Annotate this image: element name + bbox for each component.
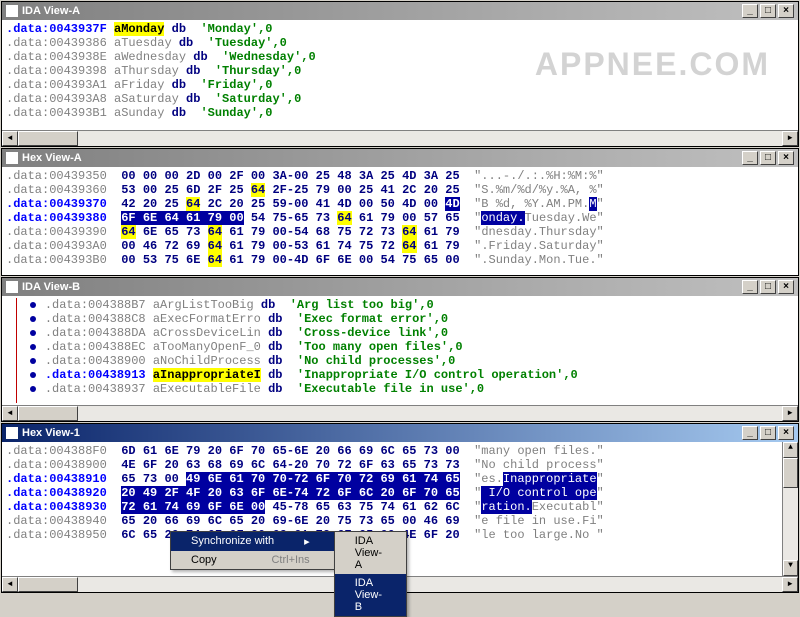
scroll-left-button[interactable]: ◄ <box>2 577 18 592</box>
hex-line[interactable]: .data:00438940 65 20 66 69 6C 65 20 69-6… <box>2 514 798 528</box>
titlebar-ida-b[interactable]: IDA View-B _ □ × <box>2 278 798 296</box>
disasm-line[interactable]: .data:004393A8 aSaturday db 'Saturday',0 <box>2 92 798 106</box>
minimize-button[interactable]: _ <box>742 426 758 440</box>
disasm-line[interactable]: .data:00439386 aTuesday db 'Tuesday',0 <box>2 36 798 50</box>
disasm-line[interactable]: .data:004393A1 aFriday db 'Friday',0 <box>2 78 798 92</box>
scroll-thumb[interactable] <box>18 577 78 592</box>
scroll-right-button[interactable]: ► <box>782 131 798 146</box>
hex-line[interactable]: .data:00438920 20 49 2F 4F 20 63 6F 6E-7… <box>2 486 798 500</box>
scrollbar-h[interactable]: ◄ ► <box>2 130 798 146</box>
scroll-track[interactable] <box>18 131 782 146</box>
disasm-line[interactable]: .data:004388C8 aExecFormatErro db 'Exec … <box>2 312 798 326</box>
hex-line[interactable]: .data:00439360 53 00 25 6D 2F 25 64 2F-2… <box>2 183 798 197</box>
red-margin-bar <box>16 298 17 403</box>
disasm-line[interactable]: .data:004388B7 aArgListTooBig db 'Arg li… <box>2 298 798 312</box>
close-button[interactable]: × <box>778 426 794 440</box>
scroll-left-button[interactable]: ◄ <box>2 406 18 421</box>
maximize-button[interactable]: □ <box>760 280 776 294</box>
context-submenu[interactable]: IDA View-AIDA View-B <box>334 531 407 617</box>
title-text: Hex View-A <box>22 152 742 164</box>
hex-line[interactable]: .data:004388F0 6D 61 6E 79 20 6F 70 65-6… <box>2 444 798 458</box>
scroll-track[interactable] <box>18 406 782 421</box>
scroll-left-button[interactable]: ◄ <box>2 131 18 146</box>
hex-line[interactable]: .data:00438900 4E 6F 20 63 68 69 6C 64-2… <box>2 458 798 472</box>
window-icon <box>6 5 18 17</box>
hex-line[interactable]: .data:00439350 00 00 00 2D 00 2F 00 3A-0… <box>2 169 798 183</box>
hex-line[interactable]: .data:00439390 64 6E 65 73 64 61 79 00-5… <box>2 225 798 239</box>
scroll-down-button[interactable]: ▼ <box>783 560 798 576</box>
hex-line[interactable]: .data:004393B0 00 53 75 6E 64 61 79 00-4… <box>2 253 798 267</box>
disasm-line[interactable]: .data:00438913 aInappropriateI db 'Inapp… <box>2 368 798 382</box>
hex-line[interactable]: .data:004393A0 00 46 72 69 64 61 79 00-5… <box>2 239 798 253</box>
close-button[interactable]: × <box>778 280 794 294</box>
context-menu[interactable]: Synchronize with▸CopyCtrl+InsIDA View-AI… <box>170 531 335 570</box>
window-icon <box>6 281 18 293</box>
title-text: Hex View-1 <box>22 427 742 439</box>
hex-a-content[interactable]: .data:00439350 00 00 00 2D 00 2F 00 3A-0… <box>2 167 798 275</box>
ida-b-content[interactable]: .data:004388B7 aArgListTooBig db 'Arg li… <box>2 296 798 405</box>
close-button[interactable]: × <box>778 4 794 18</box>
close-button[interactable]: × <box>778 151 794 165</box>
maximize-button[interactable]: □ <box>760 151 776 165</box>
scroll-thumb[interactable] <box>18 131 78 146</box>
ctx-subitem-ida-view-b[interactable]: IDA View-B <box>335 574 406 616</box>
disasm-line[interactable]: .data:0043937F aMonday db 'Monday',0 <box>2 22 798 36</box>
title-text: IDA View-A <box>22 5 742 17</box>
disasm-line[interactable]: .data:0043938E aWednesday db 'Wednesday'… <box>2 50 798 64</box>
scroll-right-button[interactable]: ► <box>782 406 798 421</box>
window-icon <box>6 152 18 164</box>
maximize-button[interactable]: □ <box>760 426 776 440</box>
scroll-track-v[interactable] <box>783 458 798 560</box>
titlebar-hex-a[interactable]: Hex View-A _ □ × <box>2 149 798 167</box>
maximize-button[interactable]: □ <box>760 4 776 18</box>
scroll-thumb-v[interactable] <box>783 458 798 488</box>
scroll-right-button[interactable]: ► <box>782 577 798 592</box>
scrollbar-v[interactable]: ▲ ▼ <box>782 442 798 576</box>
minimize-button[interactable]: _ <box>742 151 758 165</box>
disasm-line[interactable]: .data:004388EC aTooManyOpenF_0 db 'Too m… <box>2 340 798 354</box>
minimize-button[interactable]: _ <box>742 280 758 294</box>
disasm-line[interactable]: .data:004393B1 aSunday db 'Sunday',0 <box>2 106 798 120</box>
ctx-item-copy[interactable]: CopyCtrl+Ins <box>171 551 334 569</box>
titlebar-ida-a[interactable]: IDA View-A _ □ × <box>2 2 798 20</box>
window-icon <box>6 427 18 439</box>
disasm-line[interactable]: .data:00438900 aNoChildProcess db 'No ch… <box>2 354 798 368</box>
hex-line[interactable]: .data:00439380 6F 6E 64 61 79 00 54 75-6… <box>2 211 798 225</box>
hex-line[interactable]: .data:00438910 65 73 00 49 6E 61 70 70-7… <box>2 472 798 486</box>
window-ida-view-a: IDA View-A _ □ × .data:0043937F aMonday … <box>1 1 799 147</box>
window-ida-view-b: IDA View-B _ □ × .data:004388B7 aArgList… <box>1 277 799 422</box>
minimize-button[interactable]: _ <box>742 4 758 18</box>
scroll-up-button[interactable]: ▲ <box>783 442 798 458</box>
scroll-thumb[interactable] <box>18 406 78 421</box>
disasm-line[interactable]: .data:004388DA aCrossDeviceLin db 'Cross… <box>2 326 798 340</box>
hex-line[interactable]: .data:00439370 42 20 25 64 2C 20 25 59-0… <box>2 197 798 211</box>
disasm-line[interactable]: .data:00438937 aExecutableFile db 'Execu… <box>2 382 798 396</box>
title-text: IDA View-B <box>22 281 742 293</box>
ctx-item-synchronize-with[interactable]: Synchronize with▸ <box>171 532 334 551</box>
ctx-subitem-ida-view-a[interactable]: IDA View-A <box>335 532 406 574</box>
disasm-line[interactable]: .data:00439398 aThursday db 'Thursday',0 <box>2 64 798 78</box>
titlebar-hex-1[interactable]: Hex View-1 _ □ × <box>2 424 798 442</box>
scrollbar-h[interactable]: ◄ ► <box>2 405 798 421</box>
hex-line[interactable]: .data:00438930 72 61 74 69 6F 6E 00 45-7… <box>2 500 798 514</box>
window-hex-view-a: Hex View-A _ □ × .data:00439350 00 00 00… <box>1 148 799 276</box>
ida-a-content[interactable]: .data:0043937F aMonday db 'Monday',0.dat… <box>2 20 798 130</box>
